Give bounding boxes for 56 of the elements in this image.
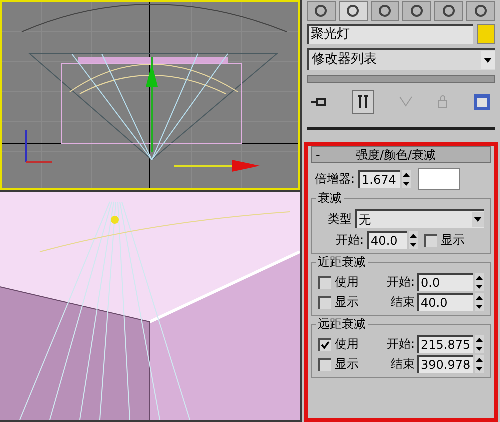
spinner-arrows[interactable] [475,335,484,353]
modifier-list-dropdown[interactable]: 修改器列表 [307,48,495,70]
spinner-arrows[interactable] [402,170,412,188]
type-label: 类型 [328,210,352,228]
start-label: 开始: [386,274,415,291]
spinner-arrows[interactable] [475,293,484,311]
tab-icon [442,4,456,18]
tab-icon [474,4,488,18]
tab-icon [346,4,360,18]
group-title: 近距衰减 [316,254,368,270]
checkbox-label: 使用 [335,336,359,353]
light-color-swatch[interactable] [418,168,460,190]
checkbox[interactable] [318,296,331,308]
panel-tab[interactable] [402,1,432,21]
checkbox-label: 显示 [441,232,466,249]
checkbox[interactable] [424,234,438,246]
rollout-title: 强度/颜色/衰减 [356,146,436,164]
show-end-result-button[interactable] [352,90,374,114]
checkbox[interactable] [318,338,331,350]
number-field[interactable]: 40.0 [417,293,473,311]
group-title: 远距衰减 [316,316,368,332]
start-label: 开始: [386,336,415,353]
panel-tab[interactable] [338,1,368,21]
collapse-sign: - [316,146,322,164]
checkbox-label: 显示 [335,356,359,373]
group-title: 衰减 [316,190,344,206]
number-field[interactable]: 0.0 [417,273,473,291]
rollout-header[interactable]: - 强度/颜色/衰减 [311,146,491,163]
tab-icon [410,4,424,18]
tab-icon [314,4,328,18]
pin-icon[interactable] [311,96,327,108]
checkbox-label: 使用 [335,274,359,291]
tab-icon [378,4,392,18]
spinner-arrows[interactable] [475,273,484,291]
number-field[interactable]: 1.674 [358,170,400,188]
multiplier-label: 倍增器: [315,171,356,188]
spinner-arrows[interactable] [475,355,484,373]
checkbox[interactable] [318,358,331,370]
panel-tab[interactable] [370,1,400,21]
spinner-arrows[interactable] [409,231,418,249]
number-field[interactable]: 40.0 [367,231,408,249]
end-label: 结束 [391,294,415,311]
stack-icon [358,95,368,109]
configure-icon[interactable] [473,93,491,111]
number-field[interactable]: 390.978 [417,355,473,373]
panel-tab[interactable] [434,1,464,21]
number-field[interactable]: 215.875 [417,335,473,353]
panel-tab[interactable] [466,1,495,21]
decay-type-dropdown[interactable]: 无 [355,209,484,228]
start-label: 开始: [336,232,364,249]
object-name-field[interactable]: 聚光灯 [307,24,473,44]
checkbox-label: 显示 [335,294,359,311]
checkbox[interactable] [318,276,331,288]
object-color-swatch[interactable] [477,24,495,44]
end-label: 结束 [391,356,415,373]
panel-tab[interactable] [307,1,336,21]
